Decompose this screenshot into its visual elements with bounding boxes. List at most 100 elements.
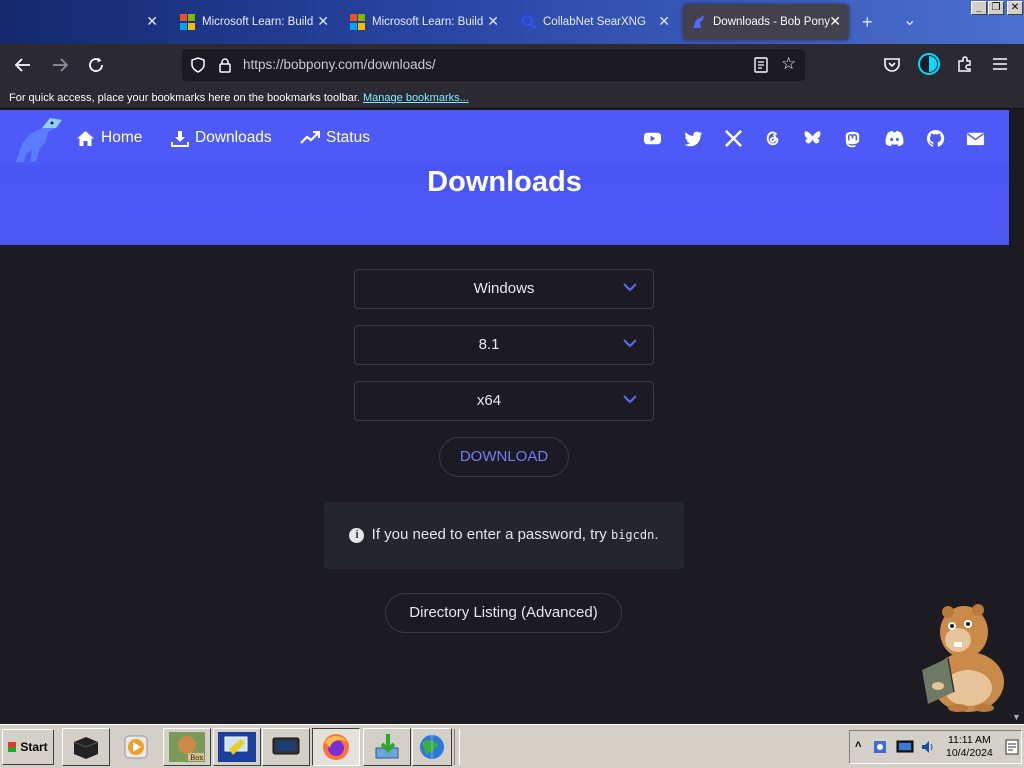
taskbar-app-windows-setup[interactable] [213,728,261,766]
firefox-icon [323,734,349,760]
installer-arrow-icon [375,734,399,759]
close-tab-icon[interactable]: ✕ [829,13,841,30]
close-tab-icon[interactable]: ✕ [317,13,329,30]
version-select[interactable]: 8.1 [354,325,654,365]
account-avatar-icon[interactable] [918,53,940,75]
new-tab-icon[interactable]: + [862,12,873,33]
url-host: https://bobpony.com [243,57,364,72]
download-button[interactable]: DOWNLOAD [439,437,569,477]
system-tray: ˄ 11:11 AM 10/4/2024 [849,730,1022,764]
os-select-value: Windows [473,280,535,297]
navigation-toolbar: https://bobpony.com/downloads/ ☆ [0,44,1024,86]
nav-home[interactable]: Home [76,129,142,147]
pocket-icon[interactable] [883,56,901,74]
trending-up-icon [300,131,320,144]
info-icon: i [349,528,365,543]
taskbar-app-firefox[interactable] [312,728,360,766]
page-title: Downloads [427,166,582,198]
lock-icon[interactable] [218,57,232,73]
taskbar-app-network[interactable] [412,728,452,766]
searxng-icon [522,15,537,30]
hero-banner: Home Downloads Status Downloads [0,110,1009,245]
bookmarks-toolbar: For quick access, place your bookmarks h… [0,86,1024,109]
media-player-icon [124,735,148,759]
youtube-icon[interactable] [643,129,662,148]
email-icon[interactable] [966,129,985,148]
tab-title: Downloads - Bob Pony [713,16,830,28]
x-icon[interactable] [724,129,743,148]
close-window-icon[interactable]: ✕ [1007,1,1023,15]
tab-0[interactable]: ✕ [140,4,164,40]
taskbar-app-hamster-box[interactable]: Box [163,728,211,766]
mastodon-icon[interactable] [843,129,862,148]
nav-downloads[interactable]: Downloads [171,129,272,147]
tab-1[interactable]: Microsoft Learn: Build s ✕ [172,4,337,40]
page-scrollbar[interactable]: ▼ [1009,110,1024,724]
scroll-down-arrow-icon[interactable]: ▼ [1012,712,1021,722]
bookmark-star-icon[interactable]: ☆ [781,54,796,74]
tracking-protection-shield-icon[interactable] [190,57,206,73]
chevron-down-icon [623,283,637,292]
bobpony-favicon-icon [693,15,704,28]
notification-tray-icon[interactable] [1005,739,1019,755]
reload-icon[interactable] [87,56,105,74]
tab-list-chevron-icon[interactable]: ⌄ [903,10,916,30]
black-box-app-icon [73,737,99,759]
restore-window-icon[interactable]: ❐ [988,1,1004,15]
github-icon[interactable] [926,129,945,148]
network-tray-icon[interactable] [896,739,914,755]
tab-3[interactable]: CollabNet SearXNG ✕ [513,4,678,40]
twitter-icon[interactable] [684,129,703,148]
windows-setup-icon [218,732,256,762]
back-arrow-icon[interactable] [14,56,32,74]
tab-4-active[interactable]: Downloads - Bob Pony ✕ [683,4,849,40]
tab-title: Microsoft Learn: Build s [202,16,314,28]
nav-downloads-label: Downloads [195,129,272,146]
chevron-down-icon [623,395,637,404]
microsoft-logo-icon [350,14,366,30]
windows-flag-icon [8,742,17,752]
bluesky-icon[interactable] [803,129,822,148]
taskbar-app-terminal[interactable] [62,728,110,766]
globe-network-icon [420,735,444,759]
taskbar-app-media-player[interactable] [112,728,160,766]
clock-date: 10/4/2024 [946,747,993,759]
bookmarks-hint: For quick access, place your bookmarks h… [9,92,360,104]
url-text[interactable]: https://bobpony.com/downloads/ [243,57,436,72]
hamburger-menu-icon[interactable] [992,57,1008,71]
os-select[interactable]: Windows [354,269,654,309]
notice-text: If you need to enter a password, try [371,526,607,543]
threads-icon[interactable] [763,129,782,148]
taskbar-app-installer[interactable] [363,728,411,766]
architecture-select-value: x64 [476,392,502,409]
directory-listing-button[interactable]: Directory Listing (Advanced) [385,593,622,633]
manage-bookmarks-link[interactable]: Manage bookmarks... [363,92,469,104]
start-button[interactable]: Start [2,729,54,765]
forward-arrow-icon[interactable] [51,56,69,74]
tab-title: Microsoft Learn: Build s [372,16,484,28]
site-navbar: Home Downloads Status [0,110,1009,165]
taskbar-app-monitor[interactable] [262,728,310,766]
nav-status[interactable]: Status [300,129,370,147]
address-bar[interactable]: https://bobpony.com/downloads/ ☆ [182,49,805,81]
security-tray-icon[interactable] [872,739,888,755]
nav-home-label: Home [101,129,143,146]
nav-status-label: Status [326,129,370,146]
reader-view-icon[interactable] [754,57,768,73]
minimize-window-icon[interactable]: _ [971,1,987,15]
taskbar-separator [454,729,460,765]
taskbar: Start Box ˄ 11:11 AM 10/4/2024 [0,724,1024,768]
tray-expand-icon[interactable]: ˄ [855,739,861,751]
extensions-puzzle-icon[interactable] [956,55,974,73]
volume-tray-icon[interactable] [920,739,936,755]
start-label: Start [20,740,48,754]
discord-icon[interactable] [884,129,905,148]
bobpony-logo[interactable] [12,114,64,166]
close-tab-icon[interactable]: ✕ [146,13,158,30]
svg-text:Box: Box [190,754,203,762]
close-tab-icon[interactable]: ✕ [658,13,670,30]
architecture-select[interactable]: x64 [354,381,654,421]
clock[interactable]: 11:11 AM 10/4/2024 [946,734,993,760]
close-tab-icon[interactable]: ✕ [487,13,499,30]
tab-2[interactable]: Microsoft Learn: Build s ✕ [342,4,507,40]
